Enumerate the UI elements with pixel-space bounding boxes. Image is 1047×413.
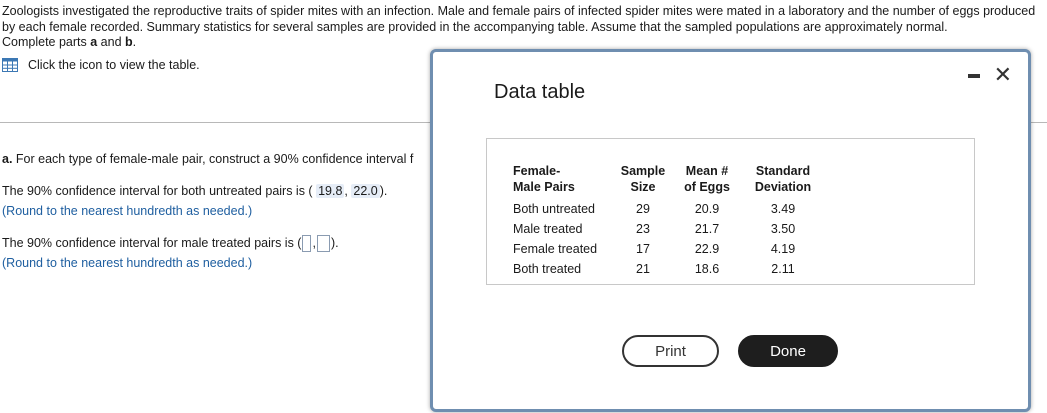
cell-mean: 20.9 [694,202,720,216]
table-row: Female treated 17 22.9 4.19 [513,239,823,259]
minimize-icon[interactable] [968,74,980,78]
q1-sep: , [344,184,348,198]
done-button[interactable]: Done [738,335,838,367]
header-mean-eggs: Mean # of Eggs [684,164,730,194]
table-row: Both treated 21 18.6 2.11 [513,259,823,279]
period-text: . [132,35,137,49]
cell-size: 23 [636,222,650,236]
part-a-label: a. [2,152,13,166]
cell-pair: Both treated [513,262,582,276]
close-icon[interactable]: ✕ [994,64,1012,86]
view-table-link[interactable]: Click the icon to view the table. [2,58,200,72]
table-row: Both untreated 29 20.9 3.49 [513,199,823,219]
table-header-row: Female- Male Pairs Sample Size Mean # of Eg… [513,163,823,199]
header-std-dev: Standard Deviation [754,164,812,194]
q1-prefix: The 90% confidence interval for both unt… [2,184,313,198]
part-a-text: For each type of female-male pair, const… [12,152,414,166]
cell-size: 17 [636,242,650,256]
q2-hint: (Round to the nearest hundredth as neede… [2,256,253,270]
q2-sep: , [312,235,316,250]
cell-mean: 22.9 [694,242,720,256]
data-table-modal: Data table ✕ Female- Male Pairs Sample Siz… [430,49,1031,412]
q1-suffix: ). [379,184,388,198]
q2-suffix: ). [330,235,339,250]
cell-pair: Female treated [513,242,598,256]
cell-size: 21 [636,262,650,276]
view-table-label[interactable]: Click the icon to view the table. [28,58,200,72]
cell-sd: 3.49 [770,202,796,216]
q2-lower-input[interactable] [302,235,312,252]
data-table: Female- Male Pairs Sample Size Mean # of Eg… [513,163,823,279]
q1-upper-answer[interactable]: 22.0 [351,184,380,198]
cell-mean: 21.7 [694,222,720,236]
cell-pair: Male treated [513,222,583,236]
cell-sd: 2.11 [771,262,795,276]
cell-mean: 18.6 [694,262,720,276]
cell-sd: 3.50 [770,222,796,236]
cell-sd: 4.19 [770,242,796,256]
part-a-instruction: a. For each type of female-male pair, co… [2,152,413,166]
q2-upper-input[interactable] [316,235,330,252]
cell-pair: Both untreated [513,202,596,216]
problem-text: Zoologists investigated the reproductive… [2,4,1036,34]
q1-hint: (Round to the nearest hundredth as neede… [2,204,253,218]
table-row: Male treated 23 21.7 3.50 [513,219,823,239]
header-pairs: Female- Male Pairs [513,164,575,194]
modal-title: Data table [494,81,586,103]
q1-lower-answer[interactable]: 19.8 [316,184,345,198]
q1-line: The 90% confidence interval for both unt… [2,184,387,198]
q2-line: The 90% confidence interval for male tre… [2,235,339,252]
q2-prefix: The 90% confidence interval for male tre… [2,235,302,250]
table-grid-icon[interactable] [2,58,18,72]
print-button[interactable]: Print [622,335,719,367]
header-sample-size: Sample Size [620,164,666,194]
part-b-ref: b [125,35,133,49]
complete-prefix: Complete parts [2,35,91,49]
problem-statement: Zoologists investigated the reproductive… [2,4,1045,51]
cell-size: 29 [636,202,650,216]
and-text: and [97,35,125,49]
